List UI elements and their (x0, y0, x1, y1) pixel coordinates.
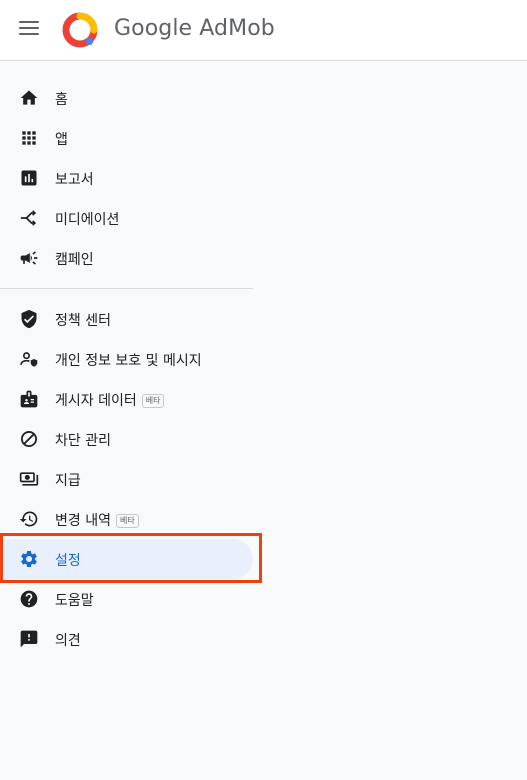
nav-item-campaigns[interactable]: 캠페인 (0, 238, 253, 278)
beta-badge: 베타 (141, 394, 165, 408)
shield-check-icon (19, 309, 39, 329)
nav-item-text: 변경 내역 (55, 513, 111, 529)
history-icon (19, 509, 39, 529)
settings-gear-icon (19, 549, 39, 569)
nav-item-label: 보고서 (55, 172, 94, 188)
nav-item-feedback[interactable]: 의견 (0, 619, 253, 659)
apps-grid-icon (19, 128, 39, 148)
campaign-megaphone-icon (19, 248, 39, 268)
top-app-bar: Google AdMob (0, 0, 527, 61)
privacy-person-icon (19, 349, 39, 369)
hamburger-menu-icon[interactable] (19, 21, 39, 37)
help-icon (19, 589, 39, 609)
nav-item-label: 도움말 (55, 593, 94, 609)
nav-item-label: 설정 (55, 553, 81, 569)
nav-item-policy-center[interactable]: 정책 센터 (0, 299, 253, 339)
nav-item-label: 게시자 데이터 베타 (55, 390, 165, 410)
brand-name[interactable]: Google AdMob (114, 16, 275, 41)
nav-item-apps[interactable]: 앱 (0, 118, 253, 158)
payments-icon (19, 469, 39, 489)
nav-item-text: 게시자 데이터 (55, 393, 137, 409)
nav-item-change-history[interactable]: 변경 내역 베타 (0, 499, 253, 539)
nav-item-home[interactable]: 홈 (0, 78, 253, 118)
nav-item-reports[interactable]: 보고서 (0, 158, 253, 198)
nav-item-mediation[interactable]: 미디에이션 (0, 198, 253, 238)
nav-item-label: 홈 (55, 92, 68, 108)
nav-item-label: 정책 센터 (55, 313, 111, 329)
brand-google: Google (114, 16, 193, 41)
report-chart-icon (19, 168, 39, 188)
nav-item-payments[interactable]: 지급 (0, 459, 253, 499)
nav-item-label: 변경 내역 베타 (55, 510, 139, 530)
nav-item-help[interactable]: 도움말 (0, 579, 253, 619)
feedback-icon (19, 629, 39, 649)
home-icon (19, 88, 39, 108)
nav-item-label: 미디에이션 (55, 212, 120, 228)
nav-item-label: 개인 정보 보호 및 메시지 (55, 353, 202, 369)
nav-item-privacy-messaging[interactable]: 개인 정보 보호 및 메시지 (0, 339, 253, 379)
nav-item-label: 차단 관리 (55, 433, 111, 449)
brand-product: AdMob (192, 16, 275, 41)
badge-id-icon (19, 389, 39, 409)
admob-logo-icon[interactable] (61, 12, 99, 48)
nav-divider (0, 288, 253, 289)
nav-item-label: 의견 (55, 633, 81, 649)
nav-item-label: 앱 (55, 132, 68, 148)
block-icon (19, 429, 39, 449)
nav-item-publisher-data[interactable]: 게시자 데이터 베타 (0, 379, 253, 419)
beta-badge: 베타 (115, 514, 139, 528)
mediation-merge-icon (19, 208, 39, 228)
nav-item-label: 캠페인 (55, 252, 94, 268)
nav-item-blocking-controls[interactable]: 차단 관리 (0, 419, 253, 459)
nav-item-label: 지급 (55, 473, 81, 489)
nav-item-settings[interactable]: 설정 (0, 539, 253, 579)
